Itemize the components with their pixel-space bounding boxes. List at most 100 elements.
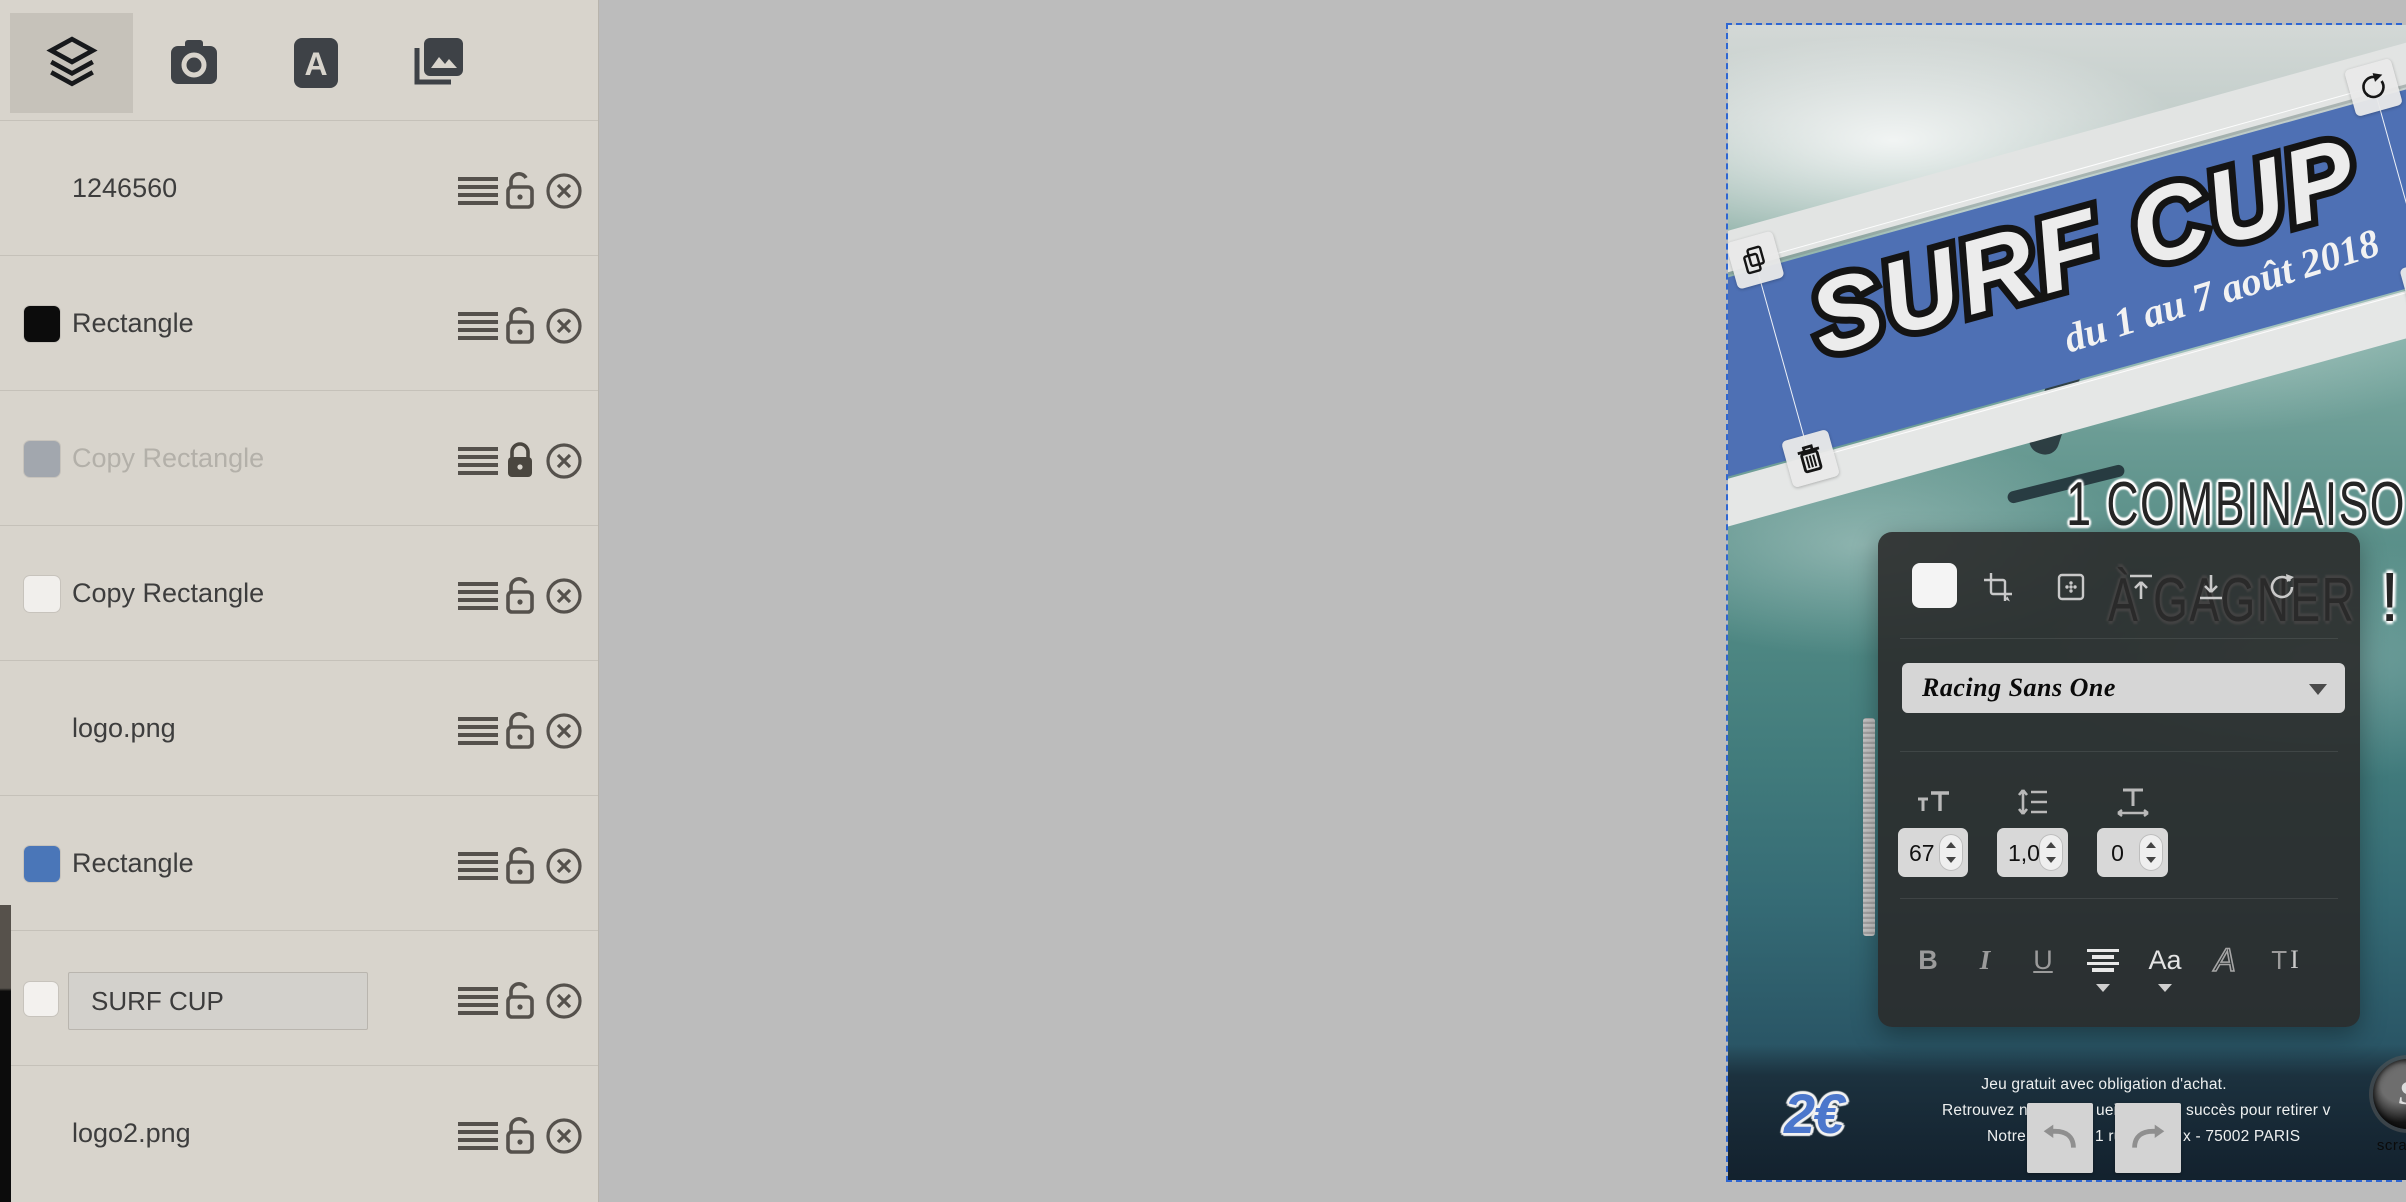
layer-label: logo.png: [72, 713, 176, 744]
tab-photo[interactable]: [132, 13, 255, 113]
layer-label: logo2.png: [72, 1118, 191, 1149]
align-center-icon: [2087, 949, 2119, 972]
layer-label: Copy Rectangle: [72, 443, 264, 474]
menu-icon[interactable]: [458, 441, 498, 481]
text-format-panel: Racing Sans One 67 1,00 0 B I U: [1878, 532, 2360, 1027]
sidebar-tabbar: A: [0, 0, 598, 120]
trash-icon: [1792, 439, 1830, 478]
font-size-icon: [1916, 784, 1952, 820]
bold-button[interactable]: B: [1908, 940, 1948, 980]
layer-row[interactable]: Rectangle: [0, 255, 598, 390]
undo-button[interactable]: [2027, 1103, 2093, 1173]
prize-text-line1[interactable]: 1 COMBINAISON: [2067, 469, 2406, 540]
layer-row[interactable]: logo2.png: [0, 1065, 598, 1200]
legal-line3-left: Notre: [1987, 1128, 2026, 1146]
chevron-down-icon[interactable]: [2096, 984, 2110, 992]
letter-spacing-stepper[interactable]: [2139, 834, 2163, 871]
camera-icon: [168, 39, 220, 87]
tab-text[interactable]: A: [254, 13, 377, 113]
layer-row-locked[interactable]: Copy Rectangle: [0, 390, 598, 525]
lock-open-icon[interactable]: [500, 846, 540, 886]
redo-icon: [2125, 1115, 2171, 1161]
scratch-zone-strip: [1863, 718, 1875, 936]
legal-line3-right: x - 75002 PARIS: [2183, 1128, 2300, 1146]
font-size-input[interactable]: 67: [1898, 828, 1968, 877]
crop-icon[interactable]: [1981, 570, 2015, 604]
lock-open-icon[interactable]: [500, 711, 540, 751]
close-icon[interactable]: [544, 576, 584, 616]
text-case-button[interactable]: Aa: [2145, 940, 2185, 980]
undo-icon: [2037, 1115, 2083, 1161]
menu-icon[interactable]: [458, 1116, 498, 1156]
layer-color-swatch: [24, 441, 60, 477]
letter-spacing-icon: [2115, 784, 2151, 820]
line-height-input[interactable]: 1,00: [1997, 828, 2068, 877]
layer-label: Copy Rectangle: [72, 578, 264, 609]
lock-open-icon[interactable]: [500, 981, 540, 1021]
menu-icon[interactable]: [458, 306, 498, 346]
lock-open-icon[interactable]: [500, 171, 540, 211]
font-size-stepper[interactable]: [1939, 834, 1963, 871]
border-dots-icon[interactable]: [2054, 570, 2088, 604]
legal-line2-right: succès pour retirer v: [2186, 1102, 2331, 1120]
menu-icon[interactable]: [458, 846, 498, 886]
tab-images[interactable]: [376, 13, 499, 113]
close-icon[interactable]: [544, 981, 584, 1021]
images-icon: [411, 36, 465, 90]
scratcher-caption: scratcher: [2340, 1137, 2406, 1154]
font-family-select[interactable]: Racing Sans One: [1902, 663, 2345, 713]
letter-spacing-input[interactable]: 0: [2097, 828, 2168, 877]
layer-row[interactable]: Rectangle: [0, 795, 598, 930]
layer-row[interactable]: logo.png: [0, 660, 598, 795]
close-icon[interactable]: [544, 306, 584, 346]
text-cursor-button[interactable]: T I: [2265, 940, 2305, 980]
align-center-button[interactable]: [2083, 940, 2123, 980]
menu-icon[interactable]: [458, 576, 498, 616]
layer-row-text[interactable]: [0, 930, 598, 1065]
layers-sidebar: A 1246560 Rectangle: [0, 0, 599, 1202]
layer-label: Rectangle: [72, 308, 194, 339]
tab-layers[interactable]: [10, 13, 133, 113]
lock-open-icon[interactable]: [500, 1116, 540, 1156]
layers-icon: [45, 36, 99, 90]
prize-exclamation[interactable]: !: [2380, 557, 2399, 637]
panel-divider: [1900, 898, 2338, 899]
underline-button[interactable]: U: [2023, 940, 2063, 980]
menu-icon[interactable]: [458, 171, 498, 211]
layer-label: Rectangle: [72, 848, 194, 879]
close-icon[interactable]: [544, 846, 584, 886]
close-icon[interactable]: [544, 711, 584, 751]
canvas-area: SURF CUP SURF CUP du 1 au 7 août 2018 1 …: [600, 0, 2406, 1202]
layer-color-swatch: [24, 576, 60, 612]
line-height-icon: [2015, 784, 2051, 820]
text-color-swatch[interactable]: [1912, 563, 1957, 608]
close-icon[interactable]: [544, 441, 584, 481]
redo-button[interactable]: [2115, 1103, 2181, 1173]
rotate-element-icon[interactable]: [2265, 570, 2299, 604]
close-icon[interactable]: [544, 171, 584, 211]
align-top-icon[interactable]: [2124, 570, 2158, 604]
edge-scroll-strip: [0, 905, 11, 1202]
move-down-icon[interactable]: [2194, 570, 2228, 604]
menu-icon[interactable]: [458, 711, 498, 751]
text-color-button[interactable]: A: [2205, 940, 2245, 980]
font-size-value: 67: [1909, 840, 1935, 867]
text-icon: A: [293, 37, 339, 89]
lock-open-icon[interactable]: [500, 576, 540, 616]
lock-open-icon[interactable]: [500, 306, 540, 346]
line-height-stepper[interactable]: [2039, 834, 2063, 871]
legal-line2-left: Retrouvez n: [1942, 1102, 2028, 1120]
layer-color-swatch: [24, 846, 60, 882]
font-family-value: Racing Sans One: [1922, 673, 2116, 703]
lock-closed-icon[interactable]: [500, 441, 540, 481]
chevron-down-icon[interactable]: [2158, 984, 2172, 992]
menu-icon[interactable]: [458, 981, 498, 1021]
layer-row[interactable]: 1246560: [0, 120, 598, 255]
layer-row[interactable]: Copy Rectangle: [0, 525, 598, 660]
italic-button[interactable]: I: [1965, 940, 2005, 980]
panel-divider: [1900, 751, 2338, 752]
layer-label: 1246560: [72, 173, 177, 204]
close-icon[interactable]: [544, 1116, 584, 1156]
panel-divider: [1900, 638, 2338, 639]
layer-name-input[interactable]: [68, 972, 368, 1030]
